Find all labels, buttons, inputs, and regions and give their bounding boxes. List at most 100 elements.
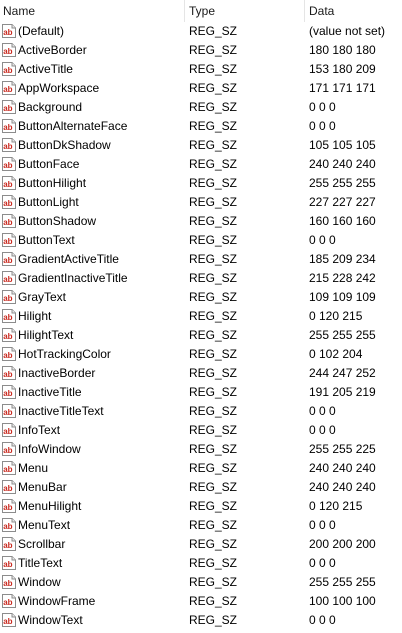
registry-value-row[interactable]: ab ButtonLight REG_SZ 227 227 227 [0, 193, 402, 212]
registry-value-row[interactable]: ab ButtonText REG_SZ 0 0 0 [0, 231, 402, 250]
string-value-ab-icon: ab [2, 290, 16, 304]
string-value-ab-icon: ab [2, 442, 16, 456]
string-value-ab-icon: ab [2, 461, 16, 475]
value-name: WindowText [18, 613, 83, 627]
registry-value-row[interactable]: ab Window REG_SZ 255 255 255 [0, 573, 402, 592]
value-data: 255 255 255 [309, 176, 376, 190]
value-name: ButtonShadow [18, 214, 97, 228]
value-type: REG_SZ [189, 100, 238, 114]
svg-text:ab: ab [3, 85, 12, 94]
value-data: 0 102 204 [309, 347, 363, 361]
string-value-ab-icon: ab [2, 499, 16, 513]
value-type: REG_SZ [189, 62, 238, 76]
value-name: WindowFrame [18, 594, 96, 608]
value-name: MenuBar [18, 480, 67, 494]
registry-value-row[interactable]: ab Menu REG_SZ 240 240 240 [0, 459, 402, 478]
registry-value-row[interactable]: ab ButtonShadow REG_SZ 160 160 160 [0, 212, 402, 231]
column-header-type[interactable]: Type [189, 0, 215, 22]
string-value-ab-icon: ab [2, 157, 16, 171]
registry-value-row[interactable]: ab InactiveTitle REG_SZ 191 205 219 [0, 383, 402, 402]
registry-value-row[interactable]: ab (Default) REG_SZ (value not set) [0, 22, 402, 41]
svg-text:ab: ab [3, 66, 12, 75]
svg-text:ab: ab [3, 579, 12, 588]
registry-value-row[interactable]: ab Scrollbar REG_SZ 200 200 200 [0, 535, 402, 554]
value-name: ButtonFace [18, 157, 80, 171]
registry-value-row[interactable]: ab Hilight REG_SZ 0 120 215 [0, 307, 402, 326]
svg-text:ab: ab [3, 541, 12, 550]
value-data: 0 0 0 [309, 556, 336, 570]
registry-value-row[interactable]: ab HotTrackingColor REG_SZ 0 102 204 [0, 345, 402, 364]
svg-text:ab: ab [3, 218, 12, 227]
svg-text:ab: ab [3, 351, 12, 360]
svg-text:ab: ab [3, 47, 12, 56]
value-type: REG_SZ [189, 613, 238, 627]
svg-text:ab: ab [3, 332, 12, 341]
value-type: REG_SZ [189, 252, 238, 266]
string-value-ab-icon: ab [2, 195, 16, 209]
registry-value-row[interactable]: ab InactiveTitleText REG_SZ 0 0 0 [0, 402, 402, 421]
column-divider[interactable] [304, 0, 305, 22]
registry-value-row[interactable]: ab ButtonAlternateFace REG_SZ 0 0 0 [0, 117, 402, 136]
string-value-ab-icon: ab [2, 176, 16, 190]
value-name: ButtonAlternateFace [18, 119, 128, 133]
registry-value-row[interactable]: ab MenuText REG_SZ 0 0 0 [0, 516, 402, 535]
registry-value-row[interactable]: ab ButtonDkShadow REG_SZ 105 105 105 [0, 136, 402, 155]
value-name: ActiveTitle [18, 62, 73, 76]
registry-value-row[interactable]: ab ActiveTitle REG_SZ 153 180 209 [0, 60, 402, 79]
registry-value-row[interactable]: ab MenuBar REG_SZ 240 240 240 [0, 478, 402, 497]
value-data: 215 228 242 [309, 271, 376, 285]
registry-value-row[interactable]: ab GradientInactiveTitle REG_SZ 215 228 … [0, 269, 402, 288]
registry-value-row[interactable]: ab WindowFrame REG_SZ 100 100 100 [0, 592, 402, 611]
svg-text:ab: ab [3, 503, 12, 512]
svg-text:ab: ab [3, 294, 12, 303]
value-data: 244 247 252 [309, 366, 376, 380]
registry-value-row[interactable]: ab ButtonFace REG_SZ 240 240 240 [0, 155, 402, 174]
value-data: 0 0 0 [309, 423, 336, 437]
svg-text:ab: ab [3, 427, 12, 436]
value-name: Background [18, 100, 83, 114]
column-header-data[interactable]: Data [309, 0, 334, 22]
value-type: REG_SZ [189, 366, 238, 380]
registry-value-row[interactable]: ab AppWorkspace REG_SZ 171 171 171 [0, 79, 402, 98]
string-value-ab-icon: ab [2, 385, 16, 399]
string-value-ab-icon: ab [2, 594, 16, 608]
registry-value-row[interactable]: ab InfoWindow REG_SZ 255 255 225 [0, 440, 402, 459]
registry-value-row[interactable]: ab HilightText REG_SZ 255 255 255 [0, 326, 402, 345]
value-name: ButtonText [18, 233, 75, 247]
value-name: Menu [18, 461, 49, 475]
value-data: 240 240 240 [309, 480, 376, 494]
value-name: InactiveTitle [18, 385, 82, 399]
value-name: Window [18, 575, 61, 589]
svg-text:ab: ab [3, 598, 12, 607]
registry-values-list: ab (Default) REG_SZ (value not set) ab A… [0, 22, 402, 630]
value-type: REG_SZ [189, 43, 238, 57]
string-value-ab-icon: ab [2, 556, 16, 570]
column-header-name[interactable]: Name [3, 0, 35, 22]
column-divider[interactable] [184, 0, 185, 22]
registry-value-row[interactable]: ab ActiveBorder REG_SZ 180 180 180 [0, 41, 402, 60]
registry-value-row[interactable]: ab Background REG_SZ 0 0 0 [0, 98, 402, 117]
value-name: TitleText [18, 556, 63, 570]
svg-text:ab: ab [3, 465, 12, 474]
string-value-ab-icon: ab [2, 423, 16, 437]
value-data: 100 100 100 [309, 594, 376, 608]
value-type: REG_SZ [189, 157, 238, 171]
string-value-ab-icon: ab [2, 518, 16, 532]
registry-value-row[interactable]: ab GradientActiveTitle REG_SZ 185 209 23… [0, 250, 402, 269]
registry-value-row[interactable]: ab TitleText REG_SZ 0 0 0 [0, 554, 402, 573]
value-name: InactiveTitleText [18, 404, 104, 418]
registry-value-row[interactable]: ab WindowText REG_SZ 0 0 0 [0, 611, 402, 630]
string-value-ab-icon: ab [2, 404, 16, 418]
registry-value-row[interactable]: ab MenuHilight REG_SZ 0 120 215 [0, 497, 402, 516]
string-value-ab-icon: ab [2, 214, 16, 228]
registry-value-row[interactable]: ab InactiveBorder REG_SZ 244 247 252 [0, 364, 402, 383]
value-data: 0 0 0 [309, 233, 336, 247]
registry-value-row[interactable]: ab ButtonHilight REG_SZ 255 255 255 [0, 174, 402, 193]
svg-text:ab: ab [3, 522, 12, 531]
string-value-ab-icon: ab [2, 138, 16, 152]
value-name: Scrollbar [18, 537, 66, 551]
registry-value-row[interactable]: ab InfoText REG_SZ 0 0 0 [0, 421, 402, 440]
registry-value-row[interactable]: ab GrayText REG_SZ 109 109 109 [0, 288, 402, 307]
value-name: InfoWindow [18, 442, 81, 456]
value-data: 227 227 227 [309, 195, 376, 209]
